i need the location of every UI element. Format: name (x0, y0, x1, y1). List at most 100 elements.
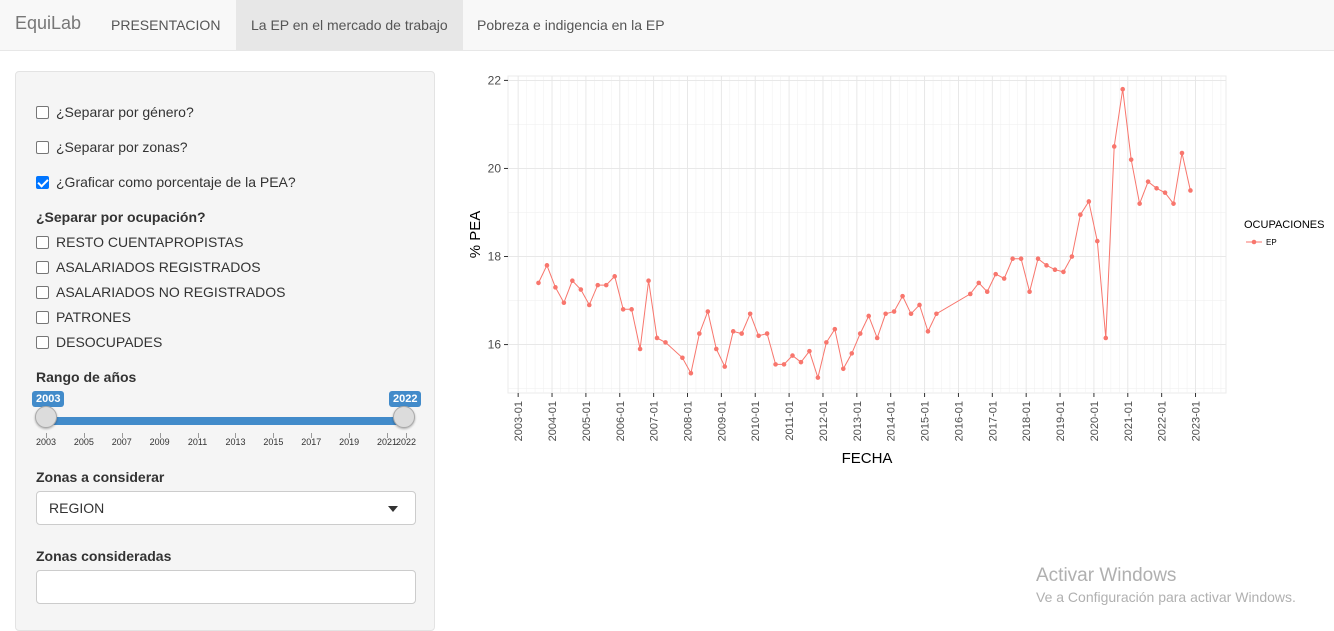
data-point (705, 309, 711, 314)
checkbox-icon[interactable] (36, 105, 49, 119)
x-tick-label: 2004-01 (547, 401, 559, 441)
slider-tick-label: 2013 (225, 437, 246, 447)
slider-to-handle[interactable] (393, 406, 415, 428)
checkbox-separar-genero[interactable]: ¿Separar por género? (36, 102, 194, 122)
checkbox-icon[interactable] (36, 235, 49, 249)
data-point (984, 289, 990, 295)
data-point (680, 355, 685, 361)
y-axis-label: % PEA (467, 211, 484, 259)
x-tick-label: 2010-01 (750, 401, 762, 441)
data-point (781, 362, 787, 367)
data-point (1001, 276, 1007, 281)
checkbox-icon[interactable] (36, 140, 49, 154)
data-point (747, 311, 753, 317)
slider-tick-label: 2007 (111, 437, 132, 447)
y-tick-label: 16 (488, 338, 502, 352)
checkbox-checked-icon[interactable] (36, 175, 49, 189)
windows-activation-title: Activar Windows (1036, 565, 1177, 586)
caret-down-icon (388, 506, 398, 512)
tab-ep-mercado-trabajo[interactable]: La EP en el mercado de trabajo (236, 0, 463, 50)
sidebar-panel: ¿Separar por género? ¿Separar por zonas?… (15, 71, 435, 631)
x-tick-label: 2009-01 (716, 401, 728, 441)
data-point (722, 364, 728, 369)
data-point (629, 307, 634, 312)
data-point (840, 366, 846, 372)
data-point (891, 309, 897, 314)
slider-tick-label: 2003 (35, 437, 57, 447)
slider-to-value: 2022 (389, 391, 422, 407)
checkbox-separar-zonas[interactable]: ¿Separar por zonas? (36, 137, 188, 157)
checkbox-label: ¿Separar por zonas? (56, 139, 188, 155)
y-tick-label: 18 (488, 250, 502, 264)
x-tick-label: 2023-01 (1191, 401, 1203, 441)
x-tick-label: 2020-01 (1089, 401, 1101, 441)
slider-tick-label: 2009 (149, 437, 170, 447)
rango-anios-title: Rango de años (36, 369, 137, 385)
data-point (620, 307, 626, 312)
zonas-select-value: REGION (49, 500, 105, 516)
data-point (908, 311, 914, 317)
checkbox-desocupades[interactable]: DESOCUPADES (36, 332, 162, 352)
checkbox-asalariados-registrados[interactable]: ASALARIADOS REGISTRADOS (36, 257, 261, 277)
checkbox-label: ¿Graficar como porcentaje de la PEA? (56, 174, 296, 190)
data-point (1035, 256, 1041, 262)
checkbox-resto-cuentapropistas[interactable]: RESTO CUENTAPROPISTAS (36, 232, 243, 252)
zonas-consideradas-input[interactable] (36, 570, 416, 604)
data-point (900, 293, 905, 299)
checkbox-icon[interactable] (36, 285, 49, 299)
x-tick-label: 2015-01 (920, 401, 932, 441)
data-point (1103, 335, 1109, 341)
checkbox-label: ¿Separar por género? (56, 104, 194, 120)
data-point (874, 335, 880, 341)
x-tick-label: 2021-01 (1123, 401, 1135, 441)
brand-title[interactable]: EquiLab (15, 13, 81, 34)
checkbox-icon[interactable] (36, 310, 49, 324)
data-point (883, 311, 888, 317)
x-tick-label: 2011-01 (784, 401, 796, 441)
ocupacion-title: ¿Separar por ocupación? (36, 209, 206, 225)
slider-tick-label: 2011 (187, 437, 208, 447)
data-point (1162, 190, 1168, 195)
data-point (646, 278, 651, 284)
x-tick-label: 2014-01 (886, 401, 898, 441)
legend-item-label: EP (1266, 238, 1277, 247)
data-point (1095, 238, 1100, 244)
x-tick-label: 2008-01 (683, 401, 695, 441)
data-point (849, 351, 855, 356)
slider-from-value: 2003 (32, 391, 65, 407)
x-tick-label: 2019-01 (1055, 401, 1067, 441)
slider-tick-label: 2017 (301, 437, 322, 447)
y-tick-label: 22 (488, 73, 502, 87)
data-point (1086, 199, 1092, 204)
zonas-select[interactable]: REGION (36, 491, 416, 525)
data-point (807, 348, 812, 354)
data-point (637, 346, 643, 352)
legend-key-point (1251, 239, 1257, 245)
data-point (773, 362, 778, 367)
data-point (1111, 144, 1117, 149)
data-point (917, 302, 922, 308)
x-tick-label: 2022-01 (1157, 401, 1169, 441)
slider-from-handle[interactable] (35, 406, 57, 428)
data-point (1137, 201, 1142, 206)
data-point (1069, 254, 1075, 259)
data-point (967, 291, 973, 297)
zonas-consideradas-title: Zonas consideradas (36, 548, 172, 564)
checkbox-patrones[interactable]: PATRONES (36, 307, 131, 327)
checkbox-icon[interactable] (36, 335, 49, 349)
tab-presentacion[interactable]: PRESENTACION (96, 0, 235, 50)
data-point (553, 285, 558, 290)
year-range-slider-track[interactable] (46, 417, 406, 425)
data-point (1010, 256, 1015, 262)
checkbox-label: ASALARIADOS REGISTRADOS (56, 259, 261, 275)
checkbox-icon[interactable] (36, 260, 49, 274)
data-point (561, 300, 567, 306)
x-tick-label: 2003-01 (513, 401, 525, 441)
windows-activation-subtitle: Ve a Configuración para activar Windows. (1036, 589, 1296, 605)
x-tick-label: 2017-01 (987, 401, 999, 441)
data-point (976, 280, 982, 286)
checkbox-asalariados-no-registrados[interactable]: ASALARIADOS NO REGISTRADOS (36, 282, 286, 302)
tab-pobreza-indigencia[interactable]: Pobreza e indigencia en la EP (462, 0, 680, 50)
data-point (1052, 267, 1058, 273)
checkbox-porcentaje-pea[interactable]: ¿Graficar como porcentaje de la PEA? (36, 172, 296, 192)
